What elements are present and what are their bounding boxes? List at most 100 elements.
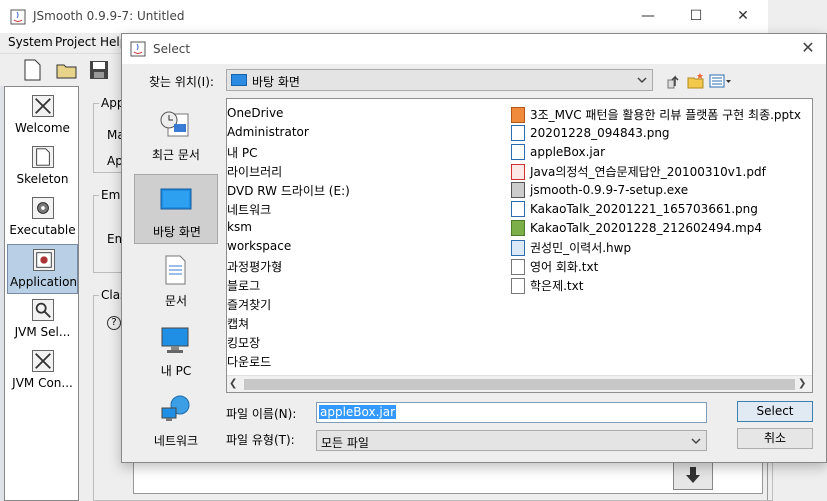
file-name-value: appleBox.jar [319,405,397,419]
place-label: 내 PC [160,364,192,378]
place-documents[interactable]: 문서 [134,244,218,314]
nav-item-jvm-configuration[interactable]: JVM Con... [7,346,78,396]
file-name: 20201228_094843.png [530,126,670,140]
dialog-titlebar[interactable]: Select ✕ [122,34,826,64]
list-item[interactable]: 학은제.txt [511,277,583,295]
list-item[interactable]: 과정평가형 [227,258,282,276]
jar-file-icon [511,144,525,160]
nav-item-executable[interactable]: Executable [7,193,78,243]
list-item[interactable]: KakaoTalk_20201228_212602494.mp4 [511,220,762,238]
list-item[interactable]: jsmooth-0.9.9-7-setup.exe [511,182,688,200]
menu-system[interactable]: System [8,35,53,49]
list-item[interactable]: 다운로드 [227,353,271,371]
minimize-button[interactable]: — [638,6,658,26]
move-down-button[interactable] [673,460,713,490]
menu-project[interactable]: Project [55,35,96,49]
new-folder-icon[interactable] [687,72,705,90]
pptx-icon [511,107,525,123]
scrollbar-thumb[interactable] [244,379,795,390]
desktop-icon [231,74,247,86]
nav-label: JVM Con... [12,376,73,390]
desktop-icon [160,188,192,210]
list-item[interactable]: 권성민_이력서.hwp [511,239,631,257]
file-name: Java의정석_연습문제답안_20100310v1.pdf [530,165,766,179]
list-item[interactable]: 3조_MVC 패턴을 활용한 리뷰 플랫폼 구현 최종.pptx [511,106,801,124]
text-file-icon [511,278,525,294]
file-name-label: 파일 이름(N): [226,407,297,421]
maximize-button[interactable]: ☐ [686,6,706,26]
select-dialog: Select ✕ 찾는 위치(I): 바탕 화면 최근 문서 바탕 화면 문서 … [121,33,827,463]
computer-icon [161,327,189,353]
look-in-dropdown[interactable]: 바탕 화면 [226,69,653,91]
scroll-left-arrow-icon[interactable]: ❮ [229,378,241,391]
place-label: 네트워크 [153,434,199,448]
scroll-right-arrow-icon[interactable]: ❯ [798,378,810,391]
list-item[interactable]: ksm [227,220,252,238]
image-file-icon [511,125,525,141]
nav-label: Welcome [15,121,70,135]
hwp-file-icon [511,240,525,256]
list-item[interactable]: 캡쳐 [227,315,249,333]
help-icon[interactable]: ? [107,316,121,330]
up-folder-icon[interactable] [666,72,684,90]
list-item[interactable]: 네트워크 [227,201,271,219]
list-item[interactable]: 20201228_094843.png [511,125,670,143]
dialog-close-button[interactable]: ✕ [798,38,818,58]
file-name: KakaoTalk_20201228_212602494.mp4 [530,221,762,235]
list-item[interactable]: KakaoTalk_20201221_165703661.png [511,201,758,219]
recent-documents-icon [160,111,189,137]
list-item[interactable]: 블로그 [227,277,260,295]
nav-item-application[interactable]: Application [7,244,78,294]
cancel-button[interactable]: 취소 [737,428,813,449]
list-item[interactable]: workspace [227,239,291,257]
file-type-label: 파일 유형(T): [226,433,295,447]
window-title: JSmooth 0.9.9-7: Untitled [33,9,185,23]
list-item[interactable]: 영어 회화.txt [511,258,598,276]
open-folder-icon[interactable] [55,58,79,82]
file-name: KakaoTalk_20201221_165703661.png [530,202,758,216]
list-item[interactable]: 내 PC [227,144,257,162]
look-in-value: 바탕 화면 [252,75,300,89]
file-type-dropdown[interactable]: 모든 파일 [316,430,707,451]
nav-label: Skeleton [16,172,69,186]
list-item[interactable]: OneDrive [227,106,283,124]
list-item[interactable]: appleBox.jar [511,144,605,162]
file-list[interactable]: OneDrive Administrator 내 PC 라이브러리 DVD RW… [226,98,813,393]
list-item[interactable]: Java의정석_연습문제답안_20100310v1.pdf [511,163,766,181]
list-item[interactable]: DVD RW 드라이브 (E:) [227,182,350,200]
list-item[interactable]: 라이브러리 [227,163,282,181]
skeleton-icon [32,146,54,168]
video-file-icon [511,220,525,236]
jvm-selection-icon [32,299,54,321]
select-button[interactable]: Select [737,401,813,422]
nav-item-skeleton[interactable]: Skeleton [7,142,78,192]
dialog-title: Select [153,42,191,56]
new-file-icon[interactable] [20,58,44,82]
nav-label: Executable [9,223,76,237]
executable-gear-icon [32,197,54,219]
file-name: appleBox.jar [530,145,606,159]
list-item[interactable]: Administrator [227,125,309,143]
place-desktop[interactable]: 바탕 화면 [134,174,218,244]
list-item[interactable]: 킹모장 [227,334,260,352]
nav-item-welcome[interactable]: Welcome [7,91,78,141]
file-name-input[interactable]: appleBox.jar [316,402,707,423]
view-menu-icon[interactable] [709,72,733,90]
look-in-label: 찾는 위치(I): [149,75,214,89]
nav-label: Application [9,275,78,289]
list-item[interactable]: 즐겨찾기 [227,296,271,314]
place-label: 문서 [164,294,188,308]
chevron-down-icon [691,438,701,445]
pdf-file-icon [511,164,525,180]
save-icon[interactable] [87,58,111,82]
place-this-pc[interactable]: 내 PC [134,314,218,384]
place-recent[interactable]: 최근 문서 [134,98,218,168]
close-button[interactable]: ✕ [733,6,753,26]
places-bar: 최근 문서 바탕 화면 문서 내 PC 네트워크 [134,98,218,448]
horizontal-scrollbar[interactable]: ❮ ❯ [227,375,812,392]
main-titlebar[interactable]: JSmooth 0.9.9-7: Untitled — ☐ ✕ [0,0,768,33]
exe-file-icon [511,182,525,198]
nav-item-jvm-selection[interactable]: JVM Sel... [7,295,78,345]
nav-label: JVM Sel... [14,325,71,339]
place-network[interactable]: 네트워크 [134,384,218,454]
